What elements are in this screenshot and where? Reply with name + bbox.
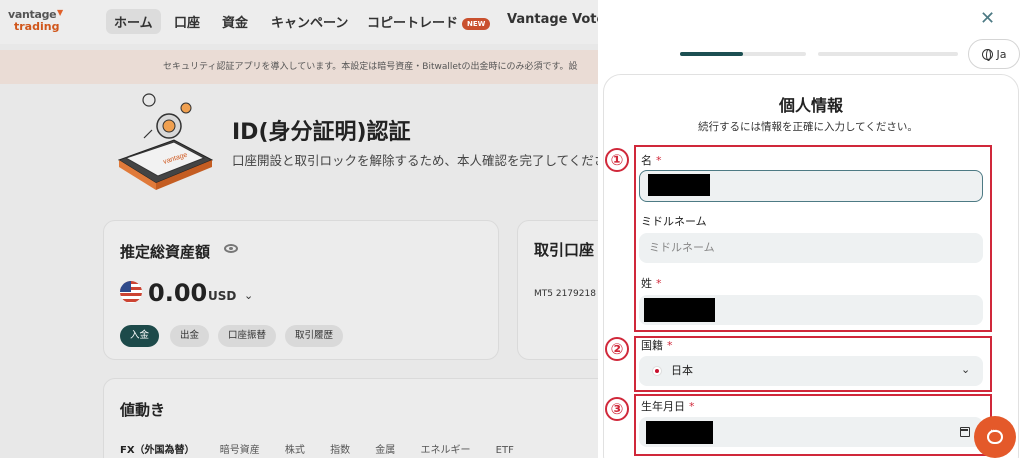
- form-title: 個人情報: [779, 96, 844, 115]
- annotation-marker-2: ②: [605, 337, 629, 361]
- chevron-down-icon[interactable]: ⌄: [244, 289, 253, 302]
- language-label: Ja: [996, 47, 1007, 61]
- globe-icon: [981, 48, 993, 61]
- nav-item-home[interactable]: ホーム: [106, 9, 161, 34]
- chat-icon: [987, 426, 1003, 444]
- eye-icon[interactable]: [224, 244, 238, 253]
- top-navigation: vantage trading ▼ ホーム 口座 資金 キャンペーン コピートレ…: [0, 0, 600, 44]
- redacted-first-name: [648, 174, 710, 196]
- market-title: 値動き: [120, 401, 166, 419]
- id-verification-illustration: vantage: [117, 93, 214, 190]
- chat-support-button[interactable]: [974, 416, 1016, 458]
- estimated-assets-card: 推定総資産額 0.00 USD ⌄ 入金 出金 口座振替 取引履歴: [103, 220, 499, 360]
- currency-selector[interactable]: USD: [208, 289, 236, 303]
- nav-item-funds[interactable]: 資金: [222, 12, 248, 31]
- tab-crypto[interactable]: 暗号資産: [220, 445, 260, 456]
- nav-item-campaign[interactable]: キャンペーン: [271, 12, 348, 31]
- calendar-icon[interactable]: [960, 427, 970, 437]
- first-name-label: 名 *: [641, 154, 662, 167]
- background-page: vantage trading ▼ ホーム 口座 資金 キャンペーン コピートレ…: [0, 0, 600, 458]
- transfer-button[interactable]: 口座振替: [218, 325, 277, 347]
- tab-metals[interactable]: 金属: [375, 445, 395, 456]
- birthdate-label: 生年月日 *: [641, 400, 695, 413]
- nav-item-copy-trade-label: コピートレード: [367, 16, 459, 31]
- last-name-label: 姓 *: [641, 277, 662, 290]
- history-button[interactable]: 取引履歴: [285, 325, 344, 347]
- chevron-down-icon[interactable]: ⌄: [961, 363, 970, 376]
- assets-title: 推定総資産額: [120, 243, 211, 261]
- new-badge: NEW: [462, 17, 491, 30]
- language-selector[interactable]: Ja: [968, 39, 1020, 69]
- redacted-birthdate: [646, 421, 713, 444]
- account-number: MT5 2179218: [534, 289, 596, 299]
- annotation-marker-3: ③: [605, 397, 629, 421]
- trading-account-card: 取引口座 MT5 2179218: [517, 220, 600, 360]
- security-notice-banner: セキュリティ認証アプリを導入しています。本設定は暗号資産・Bitwalletの出…: [0, 50, 600, 84]
- middle-name-label: ミドルネーム: [641, 215, 707, 228]
- us-flag-icon: [120, 281, 142, 303]
- nationality-select[interactable]: 日本: [639, 356, 983, 386]
- nav-item-vantage-vote[interactable]: Vantage Vote: [507, 12, 600, 27]
- withdraw-button[interactable]: 出金: [170, 325, 210, 347]
- id-verification-subtitle: 口座開設と取引ロックを解除するため、本人確認を完了してくださ: [232, 153, 600, 168]
- tab-fx[interactable]: FX（外国為替）: [120, 445, 195, 456]
- tab-etf[interactable]: ETF: [496, 445, 514, 456]
- redacted-last-name: [644, 298, 715, 322]
- middle-name-input[interactable]: ミドルネーム: [639, 233, 983, 263]
- annotation-marker-1: ①: [605, 148, 629, 172]
- nav-item-account[interactable]: 口座: [174, 12, 200, 31]
- tab-indices[interactable]: 指数: [330, 445, 350, 456]
- close-icon[interactable]: ✕: [980, 8, 995, 29]
- progress-step-2: [818, 52, 958, 56]
- market-tabs: FX（外国為替） 暗号資産 株式 指数 金属 エネルギー ETF: [120, 441, 536, 456]
- progress-step-1-fill: [680, 52, 743, 56]
- balance-amount: 0.00: [148, 279, 208, 307]
- trading-account-title: 取引口座: [534, 241, 595, 259]
- market-movement-card: 値動き FX（外国為替） 暗号資産 株式 指数 金属 エネルギー ETF: [103, 378, 600, 458]
- form-subtitle: 続行するには情報を正確に入力してください。: [698, 121, 918, 133]
- logo-mark-icon: ▼: [57, 8, 64, 17]
- vantage-logo[interactable]: vantage trading ▼: [8, 8, 68, 33]
- deposit-button[interactable]: 入金: [120, 325, 160, 347]
- id-verification-title: ID(身分証明)認証: [232, 120, 411, 145]
- nav-item-copy-trade[interactable]: コピートレード NEW: [367, 12, 491, 31]
- japan-flag-icon: [652, 366, 662, 376]
- progress-step-1: [680, 52, 806, 56]
- tab-stocks[interactable]: 株式: [285, 445, 305, 456]
- tab-energy[interactable]: エネルギー: [420, 445, 470, 456]
- nationality-label: 国籍 *: [641, 339, 673, 352]
